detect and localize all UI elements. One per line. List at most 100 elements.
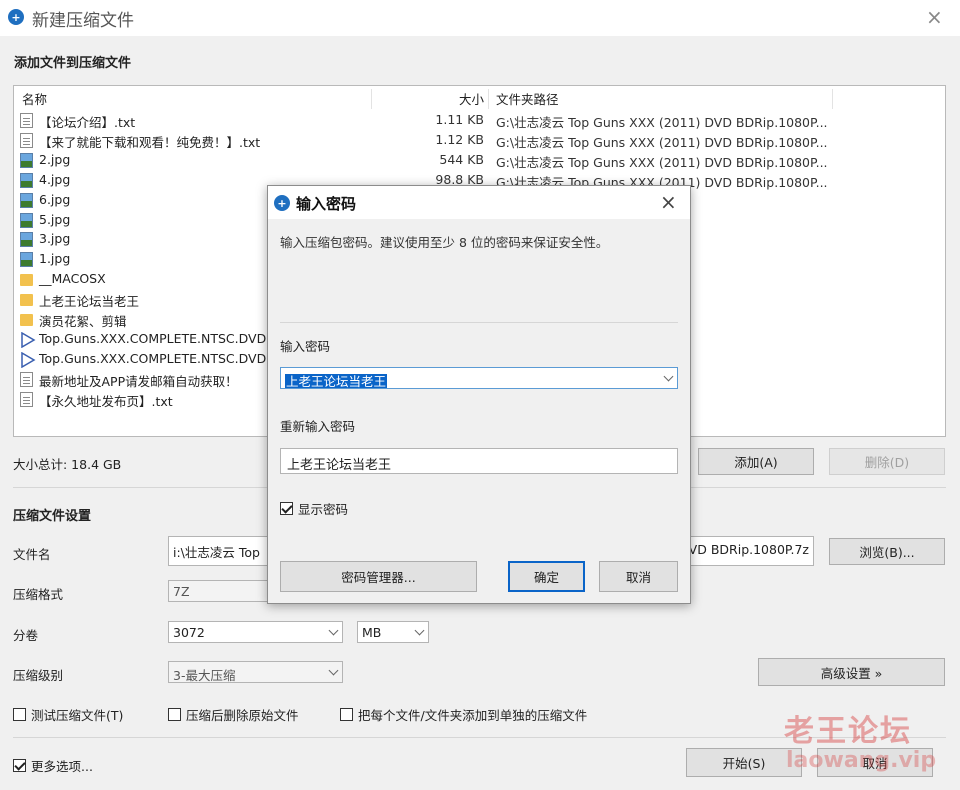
file-row[interactable]: 【论坛介绍】.txt 1.11 KB G:\壮志凌云 Top Guns XXX (2… [14,110,944,130]
settings-section-heading: 压缩文件设置 [13,509,92,524]
delete-after-checkbox[interactable] [168,708,181,721]
close-icon[interactable]: × [660,190,677,214]
more-options-label: 更多选项... [31,759,93,774]
split-size-combobox[interactable]: 3072 [168,621,343,643]
test-archive-option[interactable]: 测试压缩文件(T) [13,705,123,724]
separate-archives-checkbox[interactable] [340,708,353,721]
advanced-settings-button[interactable]: 高级设置 » [758,658,945,686]
delete-after-label: 压缩后删除原始文件 [186,708,299,723]
show-password-checkbox[interactable] [280,502,293,515]
delete-after-option[interactable]: 压缩后删除原始文件 [168,705,299,724]
column-divider [832,89,833,109]
image-file-icon [20,172,33,188]
split-unit-value: MB [362,625,382,640]
file-name: 上老王论坛当老王 [39,294,140,310]
filename-value-tail: DVD BDRip.1080P.7z [679,542,809,557]
text-file-icon [20,132,33,148]
file-name: 最新地址及APP请发邮箱自动获取！ [39,373,238,389]
start-button[interactable]: 开始(S) [686,748,802,777]
add-button[interactable]: 添加(A) [698,448,814,475]
files-section-heading: 添加文件到压缩文件 [14,56,132,71]
file-name: 2.jpg [39,151,71,167]
file-name: 3.jpg [39,231,71,247]
more-options-toggle[interactable]: 更多选项... [13,756,93,775]
column-header-size[interactable]: 大小 [451,89,484,108]
image-file-icon [20,232,33,248]
split-value: 3072 [173,625,205,640]
text-file-icon [20,371,33,387]
watermark-logo: 老王论坛 [784,714,912,749]
app-icon: + [274,195,290,211]
column-header-path[interactable]: 文件夹路径 [496,89,559,108]
test-archive-checkbox[interactable] [13,708,26,721]
file-path: G:\壮志凌云 Top Guns XXX (2011) DVD BDRip.10… [496,154,828,170]
divider [280,322,678,323]
confirm-password-label: 重新输入密码 [280,419,356,434]
password-dialog: + 输入密码 × 输入压缩包密码。建议使用至少 8 位的密码来保证安全性。 输入… [267,185,691,604]
chevron-down-icon [414,625,425,636]
file-name: 【论坛介绍】.txt [39,115,136,130]
file-size: 544 KB [439,151,484,167]
chevron-down-icon [328,625,339,636]
show-password-label: 显示密码 [298,502,349,517]
password-input[interactable]: 上老王论坛当老王 [280,367,678,389]
filename-label: 文件名 [13,547,51,562]
file-name: 5.jpg [39,211,71,227]
file-size: 1.11 KB [435,112,484,127]
file-name: 4.jpg [39,171,71,187]
chevron-down-icon [328,665,339,676]
text-file-icon [20,113,33,128]
more-options-checkbox[interactable] [13,759,26,772]
watermark-url: laowang.vip [786,748,937,773]
file-name: 1.jpg [39,251,71,267]
split-label: 分卷 [13,628,39,643]
delete-button[interactable]: 删除(D) [829,448,945,475]
chevron-down-icon[interactable] [663,371,674,382]
file-path: G:\壮志凌云 Top Guns XXX (2011) DVD BDRip.10… [496,134,828,150]
password-manager-button[interactable]: 密码管理器... [280,561,477,592]
file-name: 演员花絮、剪辑 [39,314,127,329]
browse-button[interactable]: 浏览(B)... [829,538,945,565]
dialog-hint: 输入压缩包密码。建议使用至少 8 位的密码来保证安全性。 [280,235,609,250]
test-archive-label: 测试压缩文件(T) [31,708,124,723]
column-header-name[interactable]: 名称 [22,89,47,108]
level-value: 3-最大压缩 [173,668,236,683]
image-file-icon [20,152,33,168]
file-row[interactable]: 【来了就能下载和观看！纯免费！】.txt 1.12 KB G:\壮志凌云 Top G… [14,130,944,150]
file-name: 6.jpg [39,191,71,207]
app-icon: + [8,9,24,25]
level-label: 压缩级别 [13,668,64,683]
text-file-icon [20,391,33,407]
split-unit-select[interactable]: MB [357,621,429,643]
format-label: 压缩格式 [13,587,64,602]
file-size: 1.12 KB [435,131,484,147]
password-value: 上老王论坛当老王 [285,374,388,389]
password-label: 输入密码 [280,339,331,354]
separate-archives-option[interactable]: 把每个文件/文件夹添加到单独的压缩文件 [340,705,587,724]
file-row[interactable]: 2.jpg 544 KB G:\壮志凌云 Top Guns XXX (2011) D… [14,150,944,170]
video-file-icon [20,331,36,349]
close-icon[interactable]: × [926,5,943,29]
image-file-icon [20,192,33,208]
ok-button[interactable]: 确定 [508,561,585,592]
folder-icon [20,274,33,287]
dialog-cancel-button[interactable]: 取消 [599,561,678,592]
file-name: 【来了就能下载和观看！纯免费！】.txt [39,134,261,150]
file-path: G:\壮志凌云 Top Guns XXX (2011) DVD BDRip.10… [496,115,828,130]
image-file-icon [20,212,33,228]
window-title: 新建压缩文件 [32,11,134,31]
separate-archives-label: 把每个文件/文件夹添加到单独的压缩文件 [358,708,588,723]
video-file-icon [20,351,36,369]
file-name: Top.Guns.XXX.COMPLETE.NTSC.DVDR [39,330,275,346]
total-size-label: 大小总计: 18.4 GB [13,457,122,472]
filename-value: i:\壮志凌云 Top [173,545,260,560]
folder-icon [20,294,33,307]
dialog-titlebar: + 输入密码 × [268,186,690,219]
column-divider [488,89,489,109]
column-divider [371,89,372,109]
show-password-option[interactable]: 显示密码 [280,499,348,518]
file-name: 【永久地址发布页】.txt [39,393,173,409]
main-titlebar: + 新建压缩文件 × [0,0,960,36]
level-select[interactable]: 3-最大压缩 [168,661,343,683]
confirm-password-input[interactable]: 上老王论坛当老王 [280,448,678,474]
